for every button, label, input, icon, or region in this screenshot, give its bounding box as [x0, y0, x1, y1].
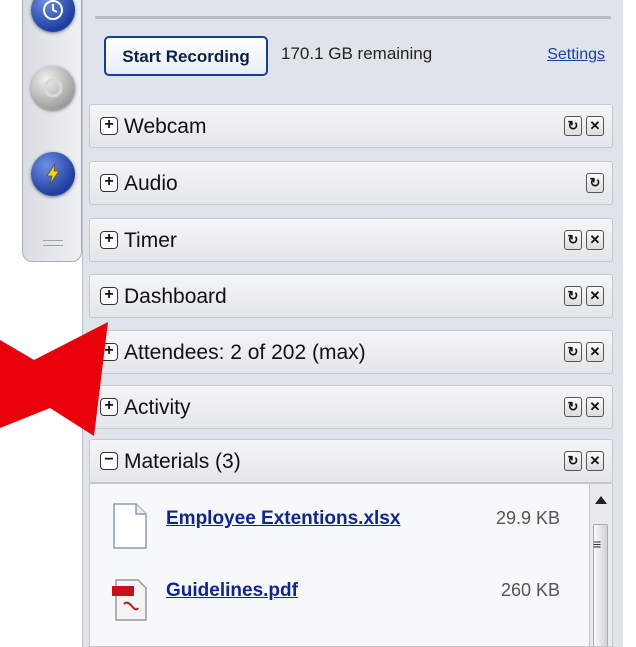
section-attendees[interactable]: + Attendees: 2 of 202 (max) ↻ ✕ — [89, 330, 613, 374]
section-label: Timer — [124, 229, 177, 252]
expand-icon[interactable]: + — [100, 231, 118, 249]
document-icon — [112, 502, 148, 555]
meeting-icon[interactable] — [31, 0, 75, 32]
close-icon[interactable]: ✕ — [586, 397, 604, 417]
section-audio[interactable]: + Audio ↻ — [89, 161, 613, 205]
list-item[interactable]: Employee Extentions.xlsx 29.9 KB — [90, 490, 590, 560]
dock-grip[interactable] — [43, 240, 63, 246]
start-recording-button[interactable]: Start Recording — [104, 36, 268, 76]
refresh-icon[interactable]: ↻ — [564, 286, 582, 306]
file-size: 29.9 KB — [495, 508, 560, 528]
materials-list: Employee Extentions.xlsx 29.9 KB Guideli… — [89, 483, 613, 647]
pdf-icon — [112, 574, 148, 627]
refresh-icon[interactable]: ↻ — [564, 230, 582, 250]
refresh-icon[interactable]: ↻ — [564, 116, 582, 136]
disabled-circle-icon[interactable] — [31, 66, 75, 110]
vertical-scrollbar[interactable]: ≡ — [589, 484, 612, 646]
refresh-icon[interactable]: ↻ — [564, 451, 582, 471]
expand-icon[interactable]: + — [100, 117, 118, 135]
storage-remaining: 170.1 GB remaining — [281, 44, 433, 63]
section-webcam[interactable]: + Webcam ↻ ✕ — [89, 104, 613, 148]
section-materials[interactable]: − Materials (3) ↻ ✕ — [89, 439, 613, 483]
file-link[interactable]: Guidelines.pdf — [166, 580, 298, 602]
recording-bar: Start Recording 170.1 GB remaining Setti… — [93, 30, 611, 86]
section-label: Webcam — [124, 115, 207, 138]
panel-divider — [95, 16, 611, 19]
list-item[interactable]: Guidelines.pdf 260 KB — [90, 562, 590, 632]
scroll-up-icon[interactable] — [595, 496, 607, 504]
scroll-grip-icon: ≡ — [593, 536, 602, 552]
section-timer[interactable]: + Timer ↻ ✕ — [89, 218, 613, 262]
section-label: Attendees: 2 of 202 (max) — [124, 341, 366, 364]
section-dashboard[interactable]: + Dashboard ↻ ✕ — [89, 274, 613, 318]
section-label: Audio — [124, 172, 178, 195]
refresh-icon[interactable]: ↻ — [564, 342, 582, 362]
close-icon[interactable]: ✕ — [586, 342, 604, 362]
close-icon[interactable]: ✕ — [586, 230, 604, 250]
file-link[interactable]: Employee Extentions.xlsx — [166, 508, 400, 530]
expand-icon[interactable]: + — [100, 174, 118, 192]
refresh-icon[interactable]: ↻ — [564, 397, 582, 417]
close-icon[interactable]: ✕ — [586, 451, 604, 471]
close-icon[interactable]: ✕ — [586, 116, 604, 136]
section-activity[interactable]: + Activity ↻ ✕ — [89, 385, 613, 429]
file-size: 260 KB — [500, 580, 560, 600]
red-arrow-icon — [0, 322, 108, 436]
refresh-icon[interactable]: ↻ — [586, 173, 604, 193]
lightning-icon[interactable] — [31, 152, 75, 196]
close-icon[interactable]: ✕ — [586, 286, 604, 306]
presenter-panel: Start Recording 170.1 GB remaining Setti… — [82, 0, 623, 647]
side-dock — [22, 0, 82, 262]
settings-link[interactable]: Settings — [547, 46, 605, 64]
